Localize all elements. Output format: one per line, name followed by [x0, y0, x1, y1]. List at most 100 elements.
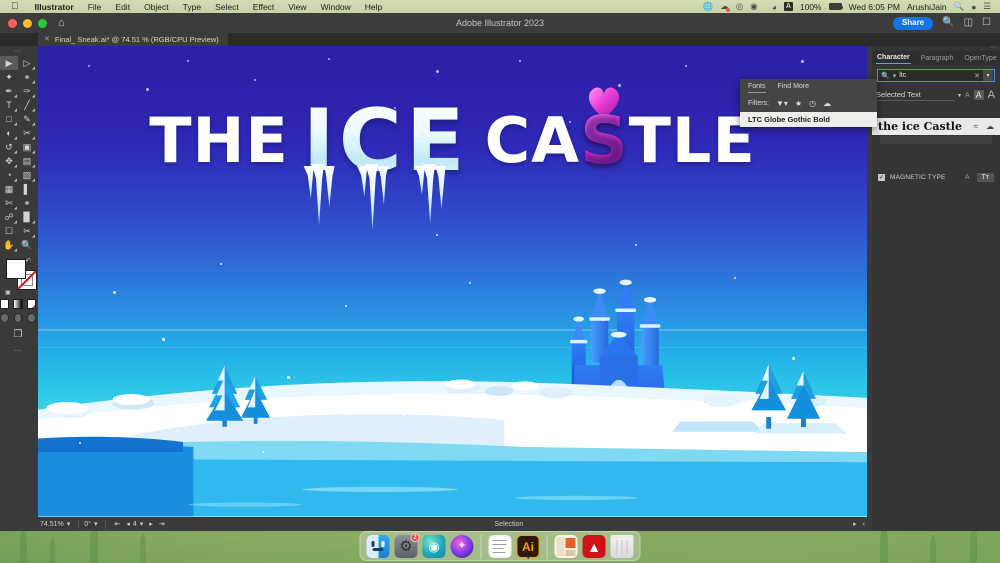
menu-item-view[interactable]: View — [281, 2, 313, 12]
slice-tool[interactable]: ✂ ◢ — [18, 224, 36, 238]
first-artboard-icon[interactable]: ⇤ — [111, 520, 123, 528]
font-dropdown-panel[interactable]: Fonts Find More Filters: ▼▾ ★ ◷ ☁ LTC Gl… — [740, 79, 877, 127]
clock-label[interactable]: Wed 6:05 PM — [849, 2, 900, 12]
width-tool[interactable]: ✥ ◢ — [0, 154, 18, 168]
blend-tool[interactable]: ⚭ — [18, 196, 36, 210]
font-list-dropdown-icon[interactable]: ▾ — [983, 70, 993, 81]
search-icon[interactable]: 🔍 — [942, 18, 954, 28]
menu-item-select[interactable]: Select — [208, 2, 246, 12]
font-size-icon[interactable]: A — [964, 174, 971, 181]
font-result-item[interactable]: LTC Globe Gothic Bold — [740, 112, 877, 127]
arrange-documents-icon[interactable]: ◫ — [964, 18, 973, 28]
color-fill-button[interactable] — [0, 299, 9, 309]
dock-item-adobe-illustrator[interactable]: Ai — [517, 535, 540, 558]
swap-fill-stroke-icon[interactable]: ↶ — [25, 257, 31, 265]
vpn-icon[interactable]: ◉ — [750, 1, 757, 12]
control-center-icon[interactable]: ☰ — [983, 1, 991, 12]
artboard-dropdown-icon[interactable]: ▾ — [137, 520, 147, 528]
cloud-icon[interactable]: ☁ — [986, 122, 994, 131]
menu-item-object[interactable]: Object — [137, 2, 176, 12]
zoom-tool[interactable]: 🔍 — [18, 238, 36, 252]
column-graph-tool[interactable]: ▉ ◢ — [18, 210, 36, 224]
tab-find-more[interactable]: Find More — [778, 83, 810, 93]
lasso-tool[interactable]: ⚭ ◢ — [18, 70, 36, 84]
selection-tool[interactable]: ▶ — [0, 56, 18, 70]
touch-type-button[interactable]: Tт — [977, 173, 994, 182]
curvature-tool[interactable]: ✑ ◢ — [18, 84, 36, 98]
toolbar-grip[interactable]: ⋯ — [0, 49, 36, 56]
rectangle-tool[interactable]: □ ◢ — [0, 112, 18, 126]
favorites-star-icon[interactable]: ★ — [795, 99, 802, 108]
dock-item-notes-stickies[interactable] — [555, 535, 578, 558]
battery-icon[interactable] — [829, 3, 842, 10]
cloud-fonts-icon[interactable]: ☁ — [823, 99, 831, 108]
direct-selection-tool[interactable]: ▷ ◢ — [18, 56, 36, 70]
gradient-fill-button[interactable] — [13, 299, 22, 309]
siri-icon[interactable]: ● — [971, 2, 976, 12]
wifi-icon[interactable]: ◕ — [772, 2, 777, 12]
draw-inside-button[interactable] — [27, 313, 36, 323]
rotation-dropdown-icon[interactable]: ▾ — [91, 520, 101, 528]
menu-item-effect[interactable]: Effect — [246, 2, 282, 12]
toolbar-edit-button[interactable]: ⋯ — [0, 347, 36, 355]
workspace-switcher-icon[interactable]: ☐ — [982, 18, 991, 28]
magnetic-type-checkbox[interactable]: ✓ — [878, 174, 885, 181]
magic-wand-tool[interactable]: ✦ — [0, 70, 18, 84]
tab-opentype[interactable]: OpenType — [963, 53, 997, 64]
spotlight-search-icon[interactable]: 🔍 — [954, 1, 965, 12]
minimize-button[interactable] — [23, 19, 32, 28]
menu-item-type[interactable]: Type — [176, 2, 208, 12]
eyedropper-tool[interactable]: ✄ ◢ — [0, 196, 18, 210]
menu-item-window[interactable]: Window — [314, 2, 358, 12]
menu-item-edit[interactable]: Edit — [108, 2, 137, 12]
globe-icon[interactable]: 🌐 — [703, 1, 714, 12]
chevron-down-icon[interactable]: ▾ — [893, 72, 897, 80]
app-store-icon[interactable]: A — [784, 2, 793, 11]
paintbrush-tool[interactable]: ✎ ◢ — [18, 112, 36, 126]
dropbox-icon[interactable]: ☁ — [720, 1, 729, 12]
dock-item-finder[interactable] — [367, 535, 390, 558]
mesh-tool[interactable]: ▦ — [0, 182, 18, 196]
tab-paragraph[interactable]: Paragraph — [920, 53, 955, 64]
dock-item-creative-cloud[interactable]: ◉ — [423, 535, 446, 558]
filter-scope-label[interactable]: Selected Text — [876, 90, 955, 101]
symbol-sprayer-tool[interactable]: ☍ ◢ — [0, 210, 18, 224]
draw-normal-button[interactable] — [0, 313, 9, 323]
dock-item-adobe-acrobat[interactable]: ▲ — [583, 535, 606, 558]
none-fill-button[interactable] — [27, 299, 36, 309]
default-fill-stroke-icon[interactable]: ▣ — [5, 289, 11, 296]
shaper-tool[interactable]: ◐ ◢ — [0, 126, 18, 140]
zoom-button[interactable] — [38, 19, 47, 28]
last-artboard-icon[interactable]: ⇥ — [156, 520, 168, 528]
zoom-dropdown-icon[interactable]: ▾ — [64, 520, 74, 528]
scissors-tool[interactable]: ✂ ◢ — [18, 126, 36, 140]
hand-tool[interactable]: ✋ ◢ — [0, 238, 18, 252]
zoom-level-value[interactable]: 74.51% — [40, 521, 64, 528]
menu-item-file[interactable]: File — [81, 2, 109, 12]
menu-item-help[interactable]: Help — [358, 2, 389, 12]
menu-item-illustrator[interactable]: Illustrator — [28, 2, 81, 12]
chevron-down-icon[interactable]: ▾ — [958, 92, 961, 99]
document-tab[interactable]: ✕ Final_ Sneak.ai* @ 74.51 % (RGB/CPU Pr… — [38, 33, 228, 46]
scale-tool[interactable]: ▣ ◢ — [18, 140, 36, 154]
tab-fonts[interactable]: Fonts — [748, 83, 766, 93]
close-tab-icon[interactable]: ✕ — [44, 36, 50, 43]
rotate-tool[interactable]: ↺ ◢ — [0, 140, 18, 154]
draw-behind-button[interactable] — [14, 313, 23, 323]
small-size-icon[interactable]: A — [964, 92, 971, 99]
tab-character[interactable]: Character — [876, 52, 911, 64]
similar-fonts-icon[interactable]: ≈ — [974, 122, 978, 131]
dock-item-textedit[interactable] — [489, 535, 512, 558]
large-size-icon[interactable]: A — [987, 89, 996, 101]
font-search-input[interactable]: 🔍 ▾ ltc ✕ ▾ — [877, 69, 995, 82]
font-preview-row[interactable]: the ice Castle ≈ ☁ — [872, 118, 1000, 135]
home-icon[interactable]: ⌂ — [58, 18, 65, 29]
next-artboard-icon[interactable]: ▸ — [146, 520, 156, 528]
medium-size-icon[interactable]: A — [974, 90, 984, 100]
rotation-value[interactable]: 0° — [84, 521, 91, 528]
sync-icon[interactable]: ◎ — [736, 1, 743, 12]
screen-mode-button[interactable]: ❐ — [0, 329, 36, 340]
artboard-tool[interactable]: ☐ — [0, 224, 18, 238]
dock-item-siri[interactable]: ✦ — [451, 535, 474, 558]
apple-icon[interactable]:  — [11, 2, 19, 12]
